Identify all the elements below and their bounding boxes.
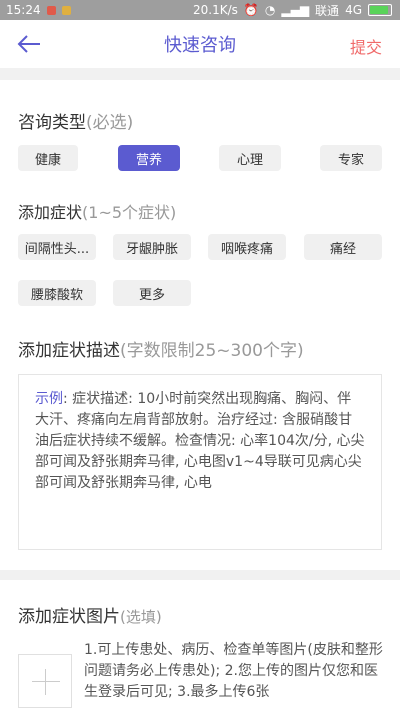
- images-label: 添加症状图片: [18, 607, 120, 627]
- consult-type-hint: (必选): [86, 113, 134, 133]
- signal-icon: ▂▄▆: [281, 3, 310, 17]
- description-textarea[interactable]: 示例: 症状描述: 10小时前突然出现胸痛、胸闷、伴大汗、疼痛向左肩背部放射。治…: [18, 374, 382, 550]
- images-hint: (选填): [120, 608, 162, 626]
- symptoms-title: 添加症状(1~5个症状): [18, 199, 176, 223]
- more-symptoms-button[interactable]: 更多: [113, 280, 191, 306]
- description-hint: (字数限制25~300个字): [120, 341, 304, 361]
- symptoms-label: 添加症状: [18, 203, 83, 222]
- wifi-icon: ◔: [264, 3, 276, 17]
- symptom-chip[interactable]: 牙龈肿胀: [113, 234, 191, 260]
- network-type: 4G: [345, 3, 362, 17]
- app-notification-icon: [61, 5, 71, 15]
- submit-button[interactable]: 提交: [350, 34, 382, 58]
- type-option-expert[interactable]: 专家: [320, 145, 382, 171]
- type-option-health[interactable]: 健康: [18, 145, 78, 171]
- images-title: 添加症状图片(选填): [18, 602, 162, 627]
- symptom-chip[interactable]: 间隔性头...: [18, 234, 96, 260]
- description-label: 添加症状描述: [18, 341, 120, 361]
- carrier-name: 联通: [315, 3, 340, 18]
- section-divider: [0, 570, 400, 580]
- page-title: 快速咨询: [164, 35, 236, 56]
- symptoms-hint: (1~5个症状): [82, 203, 177, 222]
- symptom-chip[interactable]: 咽喉疼痛: [208, 234, 286, 260]
- status-bar: 15:24 20.1K/s ⏰ ◔ ▂▄▆ 联通 4G: [0, 0, 400, 20]
- nav-bar: 快速咨询 提交: [0, 20, 400, 68]
- type-option-nutrition[interactable]: 营养: [118, 145, 180, 171]
- battery-icon: [368, 4, 392, 16]
- status-time: 15:24: [6, 3, 41, 17]
- image-upload-instructions: 1.可上传患处、病历、检查单等图片(皮肤和整形问题请务必上传患处); 2.您上传…: [84, 642, 383, 700]
- symptom-chip[interactable]: 痛经: [304, 234, 382, 260]
- notification-icon: [46, 5, 56, 15]
- network-speed: 20.1K/s: [193, 3, 238, 17]
- example-label: 示例: [35, 391, 63, 407]
- consult-type-label: 咨询类型: [18, 113, 86, 133]
- description-title: 添加症状描述(字数限制25~300个字): [18, 336, 304, 361]
- alarm-icon: ⏰: [243, 3, 259, 17]
- type-option-psychology[interactable]: 心理: [219, 145, 281, 171]
- section-divider: [0, 68, 400, 80]
- consult-type-title: 咨询类型(必选): [18, 108, 133, 133]
- symptom-chip[interactable]: 腰膝酸软: [18, 280, 96, 306]
- example-text: : 症状描述: 10小时前突然出现胸痛、胸闷、伴大汗、疼痛向左肩背部放射。治疗经…: [35, 391, 365, 491]
